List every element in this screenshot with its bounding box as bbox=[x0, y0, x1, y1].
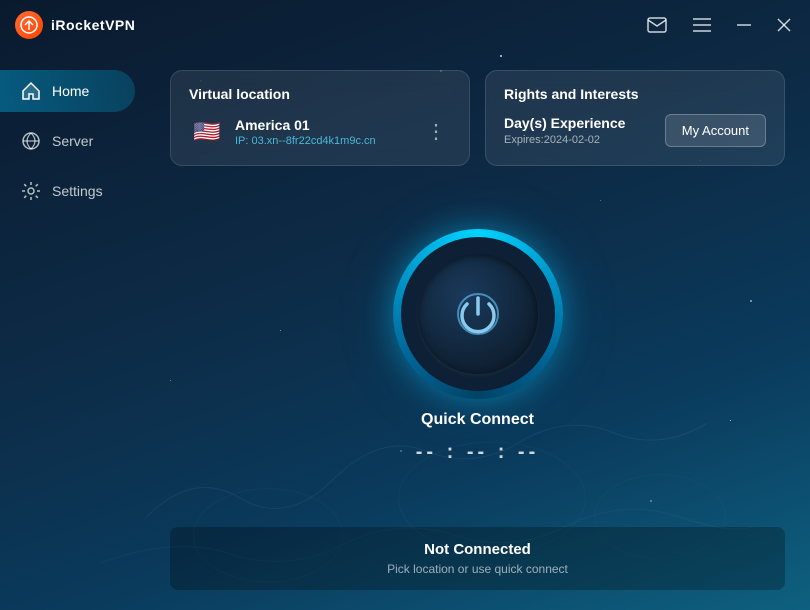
sidebar-item-settings[interactable]: Settings bbox=[0, 170, 135, 212]
location-name: America 01 bbox=[235, 117, 412, 133]
rights-interests-card: Rights and Interests Day(s) Experience E… bbox=[485, 70, 785, 166]
my-account-button[interactable]: My Account bbox=[665, 114, 766, 147]
app-branding: iRocketVPN bbox=[15, 11, 135, 39]
sidebar-item-settings-label: Settings bbox=[52, 183, 103, 199]
window-controls bbox=[643, 13, 795, 37]
app-logo bbox=[15, 11, 43, 39]
settings-icon bbox=[20, 180, 42, 202]
status-bar: Not Connected Pick location or use quick… bbox=[170, 527, 785, 590]
location-ip: IP: 03.xn--8fr22cd4k1m9c.cn bbox=[235, 135, 412, 147]
country-flag: 🇺🇸 bbox=[189, 114, 225, 150]
power-section: Quick Connect -- : -- : -- bbox=[170, 181, 785, 512]
virtual-location-title: Virtual location bbox=[189, 86, 451, 102]
sidebar-item-home[interactable]: Home bbox=[0, 70, 135, 112]
server-icon bbox=[20, 130, 42, 152]
more-options-button[interactable]: ⋮ bbox=[422, 118, 451, 146]
power-ring-inner bbox=[401, 237, 555, 391]
status-title: Not Connected bbox=[190, 541, 765, 558]
home-icon bbox=[20, 80, 42, 102]
rights-info: Day(s) Experience Expires:2024-02-02 bbox=[504, 115, 665, 146]
mail-button[interactable] bbox=[643, 13, 671, 37]
rights-title: Rights and Interests bbox=[504, 86, 766, 102]
sidebar: Home Server Settings bbox=[0, 50, 145, 610]
virtual-location-card: Virtual location 🇺🇸 America 01 IP: 03.xn… bbox=[170, 70, 470, 166]
menu-button[interactable] bbox=[689, 14, 715, 36]
app-title: iRocketVPN bbox=[51, 17, 135, 33]
rights-content: Day(s) Experience Expires:2024-02-02 My … bbox=[504, 114, 766, 147]
location-info: America 01 IP: 03.xn--8fr22cd4k1m9c.cn bbox=[235, 117, 412, 147]
main-content: Virtual location 🇺🇸 America 01 IP: 03.xn… bbox=[145, 50, 810, 610]
title-bar: iRocketVPN bbox=[0, 0, 810, 50]
minimize-button[interactable] bbox=[733, 20, 755, 30]
sidebar-item-home-label: Home bbox=[52, 83, 89, 99]
top-cards-row: Virtual location 🇺🇸 America 01 IP: 03.xn… bbox=[170, 70, 785, 166]
rights-expiry: Expires:2024-02-02 bbox=[504, 134, 665, 146]
power-ring-outer bbox=[393, 229, 563, 399]
rights-label: Day(s) Experience bbox=[504, 115, 665, 131]
sidebar-item-server[interactable]: Server bbox=[0, 120, 135, 162]
power-button[interactable] bbox=[418, 254, 538, 374]
location-row: 🇺🇸 America 01 IP: 03.xn--8fr22cd4k1m9c.c… bbox=[189, 114, 451, 150]
close-button[interactable] bbox=[773, 14, 795, 36]
status-subtitle: Pick location or use quick connect bbox=[190, 562, 765, 576]
quick-connect-label: Quick Connect bbox=[421, 411, 534, 429]
timer-display: -- : -- : -- bbox=[416, 441, 540, 464]
power-icon bbox=[452, 288, 504, 340]
sidebar-item-server-label: Server bbox=[52, 133, 93, 149]
